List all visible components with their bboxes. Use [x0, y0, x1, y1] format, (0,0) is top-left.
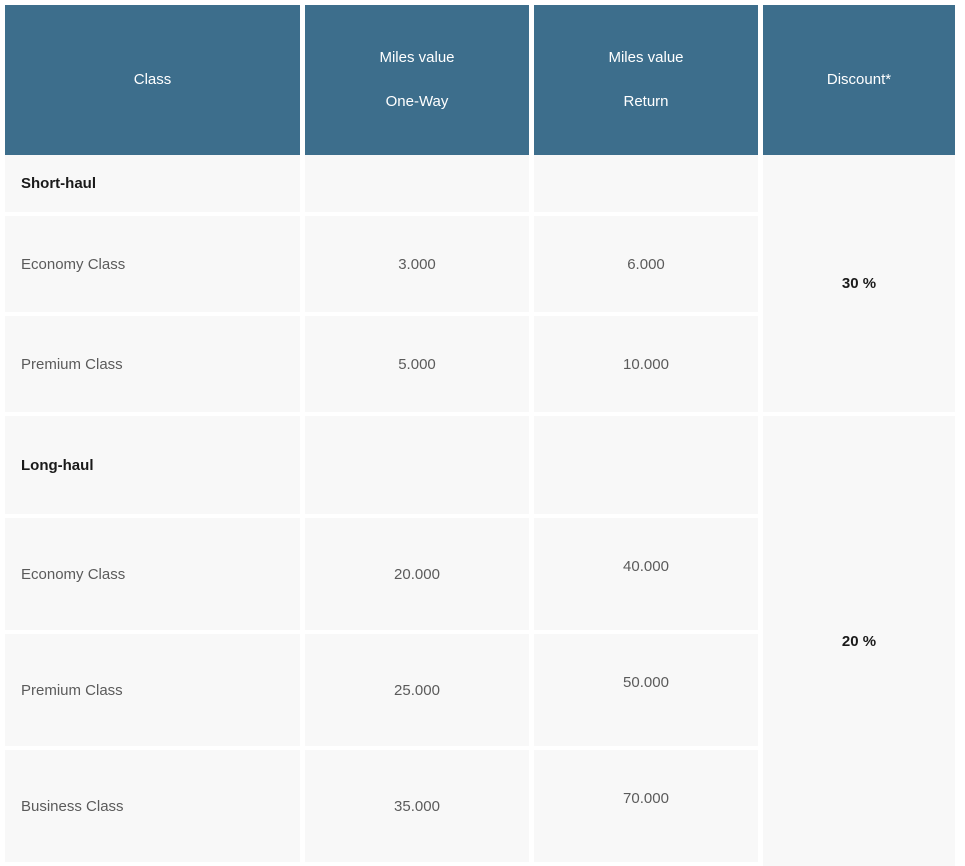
section-filler-return-short-haul	[534, 155, 763, 216]
cell-miles-one-way: 20.000	[305, 518, 534, 634]
cell-class-name: Premium Class	[5, 634, 305, 750]
cell-class-name: Economy Class	[5, 216, 305, 316]
miles-value-table-container: Class Miles value One-Way Miles value Re…	[0, 0, 965, 866]
discount-value-short-haul: 30 %	[763, 155, 955, 416]
section-header-row-long-haul: Long-haul 20 %	[5, 416, 955, 866]
cell-class-name: Business Class	[5, 750, 305, 866]
column-header-class-label: Class	[133, 71, 172, 88]
cell-miles-return: 10.000	[534, 316, 763, 416]
section-title-long-haul: Long-haul	[5, 416, 305, 518]
section-filler-one-way-short-haul	[305, 155, 534, 216]
column-header-return-line1: Miles value	[608, 49, 684, 66]
cell-class-name: Premium Class	[5, 316, 305, 416]
section-title-short-haul: Short-haul	[5, 155, 305, 216]
column-header-discount-label: Discount*	[826, 71, 892, 88]
cell-miles-return: 6.000	[534, 216, 763, 316]
cell-miles-one-way: 25.000	[305, 634, 534, 750]
cell-miles-one-way: 35.000	[305, 750, 534, 866]
section-filler-one-way-long-haul	[305, 416, 534, 518]
column-header-return-line2: Return	[623, 93, 669, 110]
section-header-row-short-haul: Short-haul 30 %	[5, 155, 955, 416]
cell-miles-return: 70.000	[534, 750, 763, 866]
cell-miles-one-way: 3.000	[305, 216, 534, 316]
table-header-row: Class Miles value One-Way Miles value Re…	[5, 5, 955, 155]
miles-value-table: Class Miles value One-Way Miles value Re…	[5, 5, 955, 866]
column-header-miles-one-way: Miles value One-Way	[305, 5, 534, 155]
column-header-one-way-line2: One-Way	[385, 93, 449, 110]
cell-miles-return: 50.000	[534, 634, 763, 750]
cell-miles-one-way: 5.000	[305, 316, 534, 416]
section-filler-return-long-haul	[534, 416, 763, 518]
discount-value-long-haul: 20 %	[763, 416, 955, 866]
column-header-one-way-line1: Miles value	[379, 49, 455, 66]
column-header-miles-return: Miles value Return	[534, 5, 763, 155]
cell-class-name: Economy Class	[5, 518, 305, 634]
table-body: Short-haul 30 % Economy Class 3.000 6.00…	[5, 155, 955, 866]
cell-miles-return: 40.000	[534, 518, 763, 634]
table-header: Class Miles value One-Way Miles value Re…	[5, 5, 955, 155]
column-header-class: Class	[5, 5, 305, 155]
column-header-discount: Discount*	[763, 5, 955, 155]
